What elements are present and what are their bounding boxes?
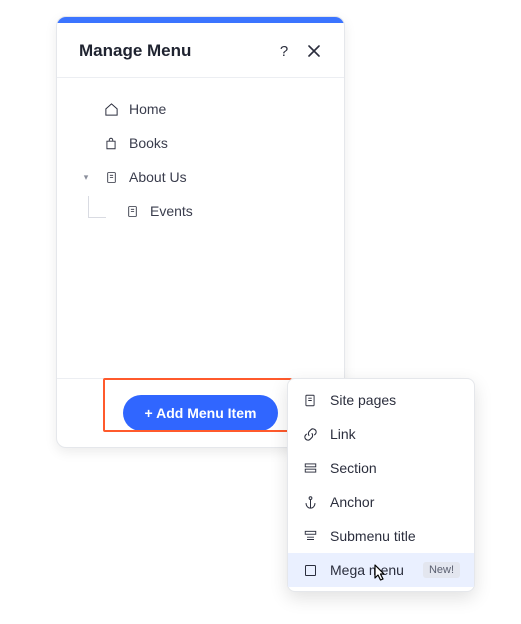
page-icon (124, 203, 140, 219)
close-button[interactable] (302, 39, 326, 63)
popup-item-label: Link (330, 426, 356, 442)
anchor-icon (302, 494, 318, 510)
tree-item-about[interactable]: ▾ About Us (67, 160, 334, 194)
page-title: Manage Menu (79, 41, 266, 61)
add-item-popup: Site pages Link Section Anchor Submenu t… (287, 378, 475, 592)
popup-item-label: Submenu title (330, 528, 416, 544)
menu-tree: ▾ Home ▾ Books ▾ About Us Events (57, 78, 344, 378)
tree-item-books[interactable]: ▾ Books (67, 126, 334, 160)
page-icon (302, 392, 318, 408)
tree-item-label: Books (129, 135, 168, 151)
popup-item-label: Anchor (330, 494, 374, 510)
expand-caret[interactable]: ▾ (81, 172, 91, 183)
tree-item-label: Home (129, 101, 166, 117)
tree-item-home[interactable]: ▾ Home (67, 92, 334, 126)
tree-item-label: Events (150, 203, 193, 219)
popup-item-submenu[interactable]: Submenu title (288, 519, 474, 553)
popup-item-link[interactable]: Link (288, 417, 474, 451)
close-icon (308, 45, 320, 57)
popup-item-mega-menu[interactable]: Mega menu New! (288, 553, 474, 587)
submenu-icon (302, 528, 318, 544)
help-button[interactable]: ? (272, 39, 296, 63)
new-badge: New! (423, 562, 460, 578)
link-icon (302, 426, 318, 442)
panel-header: Manage Menu ? (57, 23, 344, 78)
popup-item-anchor[interactable]: Anchor (288, 485, 474, 519)
page-icon (103, 169, 119, 185)
tree-connector (88, 196, 106, 218)
add-button-label: + Add Menu Item (145, 405, 257, 421)
popup-item-section[interactable]: Section (288, 451, 474, 485)
help-icon: ? (280, 43, 288, 60)
section-icon (302, 460, 318, 476)
tree-item-events[interactable]: Events (67, 194, 334, 228)
home-icon (103, 101, 119, 117)
popup-item-label: Site pages (330, 392, 396, 408)
add-menu-item-button[interactable]: + Add Menu Item (123, 395, 279, 431)
popup-item-site-pages[interactable]: Site pages (288, 383, 474, 417)
popup-item-label: Mega menu (330, 562, 404, 578)
popup-item-label: Section (330, 460, 377, 476)
mega-menu-icon (302, 562, 318, 578)
bag-icon (103, 135, 119, 151)
tree-item-label: About Us (129, 169, 187, 185)
